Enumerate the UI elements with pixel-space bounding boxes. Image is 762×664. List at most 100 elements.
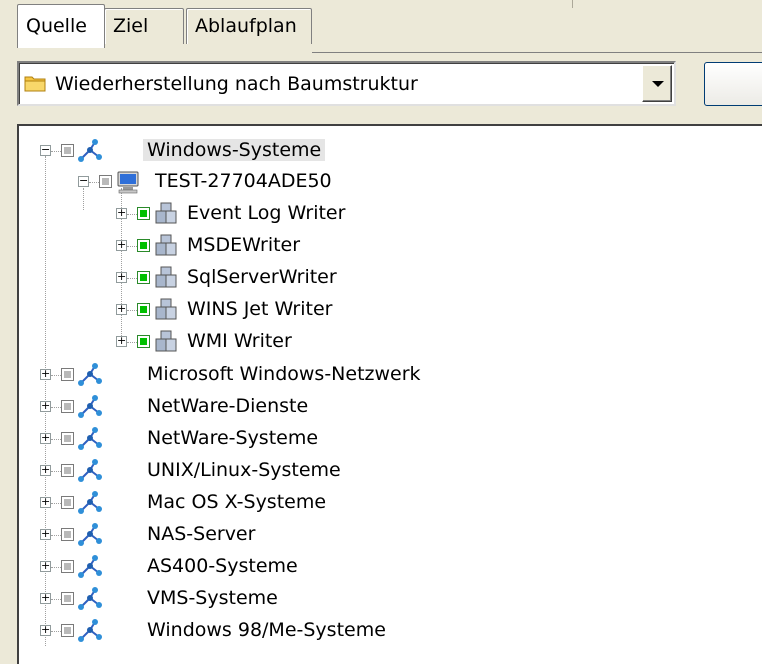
checkbox[interactable] <box>137 335 150 348</box>
tree-node-writer[interactable]: + MSDEWriter <box>19 231 759 261</box>
tree-node[interactable]: + Microsoft Windows-Netzwerk <box>19 360 759 390</box>
checkbox[interactable] <box>61 592 74 605</box>
tab-label: Quelle <box>26 15 87 37</box>
tree-node-label: UNIX/Linux-Systeme <box>147 459 341 481</box>
collapse-icon[interactable]: − <box>40 144 51 156</box>
tree-node-label: SqlServerWriter <box>187 266 337 288</box>
expand-icon[interactable]: + <box>116 239 127 251</box>
checkbox[interactable] <box>61 496 74 509</box>
expand-icon[interactable]: + <box>40 528 51 540</box>
view-select-value: Wiederherstellung nach Baumstruktur <box>55 73 418 95</box>
tree-node-writer[interactable]: + WINS Jet Writer <box>19 295 759 325</box>
writer-icon <box>155 266 177 288</box>
network-icon <box>78 395 102 418</box>
checkbox[interactable] <box>137 239 150 252</box>
expand-icon[interactable]: + <box>40 368 51 380</box>
checkbox[interactable] <box>61 400 74 413</box>
checkbox[interactable] <box>99 175 112 188</box>
chevron-down-icon[interactable] <box>642 65 672 102</box>
folder-icon <box>24 76 46 92</box>
tree-view[interactable]: − Windows-Systeme − TEST-27704ADE50 + Ev… <box>17 124 762 664</box>
tree-line <box>51 503 61 504</box>
tree-line <box>51 535 61 536</box>
tree-node[interactable]: + Mac OS X-Systeme <box>19 488 759 518</box>
tab-label: Ziel <box>113 15 149 37</box>
tree-node[interactable]: + NAS-Server <box>19 520 759 550</box>
tree-node-label: WINS Jet Writer <box>187 298 333 320</box>
writer-icon <box>155 234 177 256</box>
view-select[interactable]: Wiederherstellung nach Baumstruktur <box>17 61 676 106</box>
network-icon <box>78 619 102 642</box>
tree-node-label: Microsoft Windows-Netzwerk <box>147 363 421 385</box>
tree-line <box>51 375 61 376</box>
expand-icon[interactable]: + <box>40 496 51 508</box>
expand-icon[interactable]: + <box>116 271 127 283</box>
expand-icon[interactable]: + <box>116 335 127 347</box>
tree-line <box>51 631 61 632</box>
tree-line <box>127 214 137 215</box>
tree-node-label: Windows-Systeme <box>143 139 326 161</box>
network-icon <box>78 491 102 514</box>
network-icon <box>78 427 102 450</box>
tree-node[interactable]: + NetWare-Systeme <box>19 424 759 454</box>
checkbox[interactable] <box>61 464 74 477</box>
checkbox[interactable] <box>137 271 150 284</box>
checkbox[interactable] <box>61 528 74 541</box>
tree-line <box>127 342 137 343</box>
checkbox[interactable] <box>61 144 74 157</box>
tree-node-label: Mac OS X-Systeme <box>147 491 327 513</box>
checkbox[interactable] <box>61 368 74 381</box>
expand-icon[interactable]: + <box>40 400 51 412</box>
tree-node[interactable]: + Windows 98/Me-Systeme <box>19 616 759 646</box>
tree-node-label: Event Log Writer <box>187 202 346 224</box>
expand-icon[interactable]: + <box>40 592 51 604</box>
tree-line <box>51 407 61 408</box>
toolbar-divider <box>572 0 573 8</box>
tree-node-label: Windows 98/Me-Systeme <box>147 619 386 641</box>
collapse-icon[interactable]: − <box>78 175 89 187</box>
checkbox[interactable] <box>61 560 74 573</box>
tab-quelle[interactable]: Quelle <box>17 4 105 48</box>
tree-line <box>51 439 61 440</box>
tree-node[interactable]: + AS400-Systeme <box>19 552 759 582</box>
writer-icon <box>155 298 177 320</box>
network-icon <box>78 587 102 610</box>
tree-node-writer[interactable]: + WMI Writer <box>19 327 759 357</box>
tree-line <box>51 567 61 568</box>
expand-icon[interactable]: + <box>40 464 51 476</box>
expand-icon[interactable]: + <box>40 624 51 636</box>
checkbox[interactable] <box>61 432 74 445</box>
writer-icon <box>155 202 177 224</box>
tab-ablaufplan[interactable]: Ablaufplan <box>186 8 312 44</box>
expand-icon[interactable]: + <box>116 207 127 219</box>
tree-node-computer[interactable]: − TEST-27704ADE50 <box>19 167 759 197</box>
tree-node[interactable]: + UNIX/Linux-Systeme <box>19 456 759 486</box>
writer-icon <box>155 330 177 352</box>
tree-node[interactable]: + NetWare-Dienste <box>19 392 759 422</box>
tree-node-label: VMS-Systeme <box>147 587 278 609</box>
tree-line <box>127 310 137 311</box>
tree-node-writer[interactable]: + SqlServerWriter <box>19 263 759 293</box>
tree-line <box>89 182 99 183</box>
checkbox[interactable] <box>137 303 150 316</box>
tree-node-label: NetWare-Systeme <box>147 427 319 449</box>
tab-label: Ablaufplan <box>195 15 297 37</box>
tree-node-label: TEST-27704ADE50 <box>155 170 332 192</box>
side-button[interactable] <box>704 62 762 106</box>
checkbox[interactable] <box>137 207 150 220</box>
checkbox[interactable] <box>61 624 74 637</box>
tree-node[interactable]: + VMS-Systeme <box>19 584 759 614</box>
tree-line <box>127 246 137 247</box>
tree-node-windows-systeme[interactable]: − Windows-Systeme <box>19 136 759 166</box>
tab-ziel[interactable]: Ziel <box>104 8 184 44</box>
expand-icon[interactable]: + <box>40 432 51 444</box>
tree-node-label: NAS-Server <box>147 523 256 545</box>
network-icon <box>78 139 102 162</box>
computer-icon <box>117 171 139 194</box>
tab-baseline <box>312 52 762 53</box>
tree-node-label: MSDEWriter <box>187 234 301 256</box>
expand-icon[interactable]: + <box>40 560 51 572</box>
tree-node-label: NetWare-Dienste <box>147 395 309 417</box>
expand-icon[interactable]: + <box>116 303 127 315</box>
tree-node-writer[interactable]: + Event Log Writer <box>19 199 759 229</box>
